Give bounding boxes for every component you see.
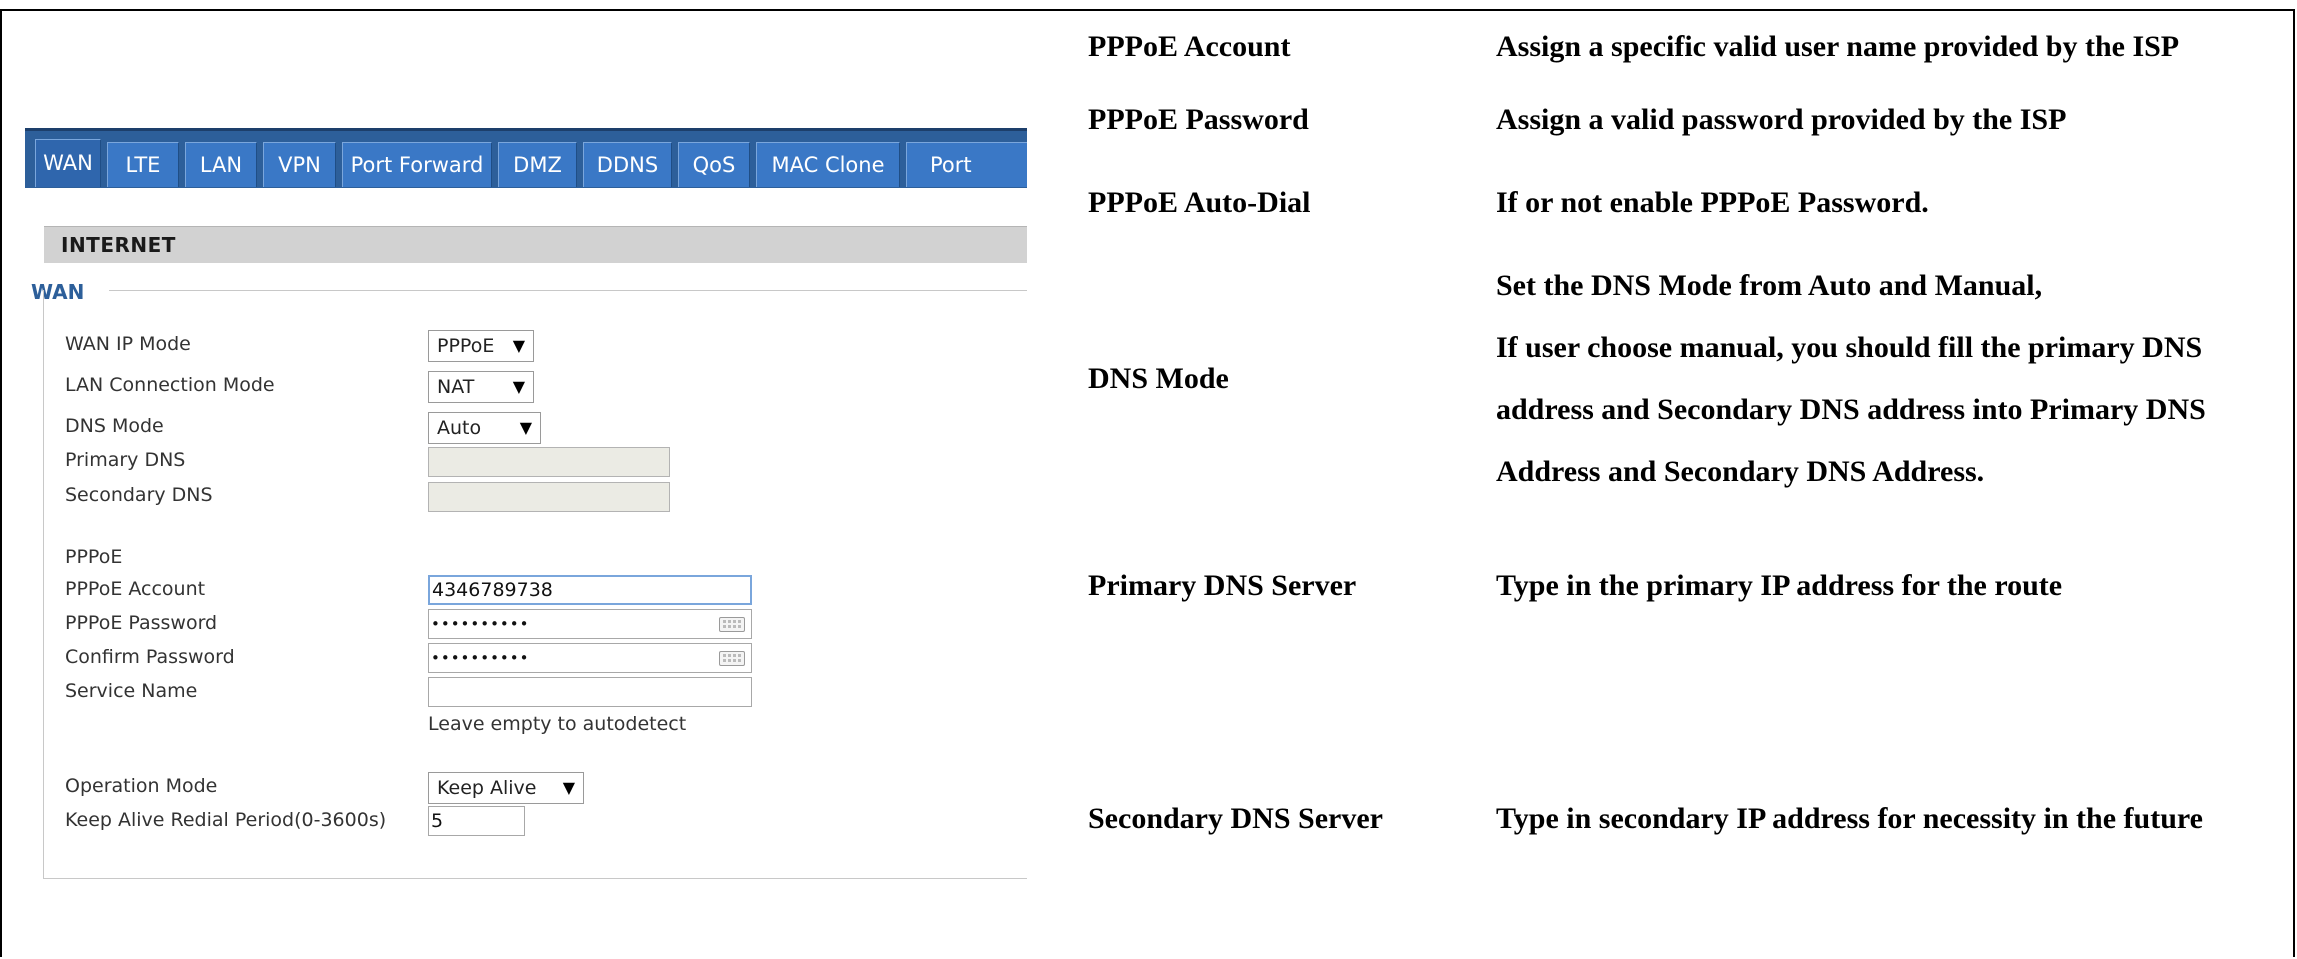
keyboard-icon[interactable] — [719, 651, 745, 666]
term-pppoe-auto-dial: PPPoE Auto-Dial — [1088, 186, 1311, 219]
term-pppoe-account: PPPoE Account — [1088, 30, 1291, 63]
operation-mode-label: Operation Mode — [65, 775, 218, 797]
lan-connection-mode-select[interactable]: NAT ▼ — [428, 371, 534, 403]
confirm-password-field[interactable]: •••••••••• — [428, 643, 752, 673]
term-primary-dns-server: Primary DNS Server — [1088, 569, 1357, 602]
desc-dns-mode-line3: address and Secondary DNS address into P… — [1496, 393, 2206, 426]
lan-connection-mode-value: NAT — [437, 376, 475, 398]
router-settings-panel: WAN LTE LAN VPN Port Forward DMZ DDNS Qo… — [25, 128, 1027, 888]
lan-connection-mode-label: LAN Connection Mode — [65, 374, 275, 396]
desc-dns-mode-line1: Set the DNS Mode from Auto and Manual, — [1496, 269, 2043, 302]
chevron-down-icon: ▼ — [512, 377, 525, 396]
tab-port[interactable]: Port — [906, 142, 1027, 187]
desc-pppoe-auto-dial: If or not enable PPPoE Password. — [1496, 186, 1929, 219]
keep-alive-period-field[interactable]: 5 — [428, 806, 525, 836]
pppoe-password-value: •••••••••• — [431, 615, 530, 633]
secondary-dns-label: Secondary DNS — [65, 484, 213, 506]
term-dns-mode: DNS Mode — [1088, 362, 1229, 395]
primary-dns-label: Primary DNS — [65, 449, 186, 471]
term-secondary-dns-server: Secondary DNS Server — [1088, 802, 1383, 835]
desc-pppoe-password: Assign a valid password provided by the … — [1496, 103, 2067, 136]
dns-mode-label: DNS Mode — [65, 415, 164, 437]
wan-ip-mode-label: WAN IP Mode — [65, 333, 191, 355]
service-name-field[interactable] — [428, 677, 752, 707]
chevron-down-icon: ▼ — [519, 418, 532, 437]
tab-bar: WAN LTE LAN VPN Port Forward DMZ DDNS Qo… — [25, 128, 1027, 188]
section-title: INTERNET — [61, 233, 176, 257]
operation-mode-value: Keep Alive — [437, 777, 537, 799]
wan-ip-mode-value: PPPoE — [437, 335, 495, 357]
dns-mode-select[interactable]: Auto ▼ — [428, 412, 541, 444]
tab-ddns[interactable]: DDNS — [583, 142, 672, 187]
keyboard-icon[interactable] — [719, 617, 745, 632]
pppoe-account-field[interactable]: 4346789738 — [428, 575, 752, 605]
confirm-password-value: •••••••••• — [431, 649, 530, 667]
section-header: INTERNET — [44, 226, 1027, 263]
tab-qos[interactable]: QoS — [678, 142, 750, 187]
tab-port-forward[interactable]: Port Forward — [342, 142, 492, 187]
pppoe-group-label: PPPoE — [65, 546, 123, 568]
desc-dns-mode-line4: Address and Secondary DNS Address. — [1496, 455, 1985, 488]
service-name-hint: Leave empty to autodetect — [428, 713, 687, 735]
tab-vpn[interactable]: VPN — [263, 142, 336, 187]
desc-primary-dns-server: Type in the primary IP address for the r… — [1496, 569, 2063, 602]
chevron-down-icon: ▼ — [562, 778, 575, 797]
tab-mac-clone[interactable]: MAC Clone — [756, 142, 900, 187]
tab-lte[interactable]: LTE — [107, 142, 179, 187]
dns-mode-value: Auto — [437, 417, 482, 439]
tab-dmz[interactable]: DMZ — [498, 142, 577, 187]
keep-alive-period-label: Keep Alive Redial Period(0-3600s) — [65, 809, 387, 831]
primary-dns-field[interactable] — [428, 447, 670, 477]
desc-pppoe-account: Assign a specific valid user name provid… — [1496, 30, 2180, 63]
term-pppoe-password: PPPoE Password — [1088, 103, 1309, 136]
tab-lan[interactable]: LAN — [185, 142, 257, 187]
confirm-password-label: Confirm Password — [65, 646, 235, 668]
desc-secondary-dns-server: Type in secondary IP address for necessi… — [1496, 802, 2203, 835]
desc-dns-mode-line2: If user choose manual, you should fill t… — [1496, 331, 2203, 364]
chevron-down-icon: ▼ — [512, 336, 525, 355]
secondary-dns-field[interactable] — [428, 482, 670, 512]
wan-ip-mode-select[interactable]: PPPoE ▼ — [428, 330, 534, 362]
service-name-label: Service Name — [65, 680, 198, 702]
operation-mode-select[interactable]: Keep Alive ▼ — [428, 772, 584, 804]
tab-wan[interactable]: WAN — [35, 139, 101, 187]
pppoe-account-label: PPPoE Account — [65, 578, 206, 600]
pppoe-password-label: PPPoE Password — [65, 612, 218, 634]
pppoe-password-field[interactable]: •••••••••• — [428, 609, 752, 639]
